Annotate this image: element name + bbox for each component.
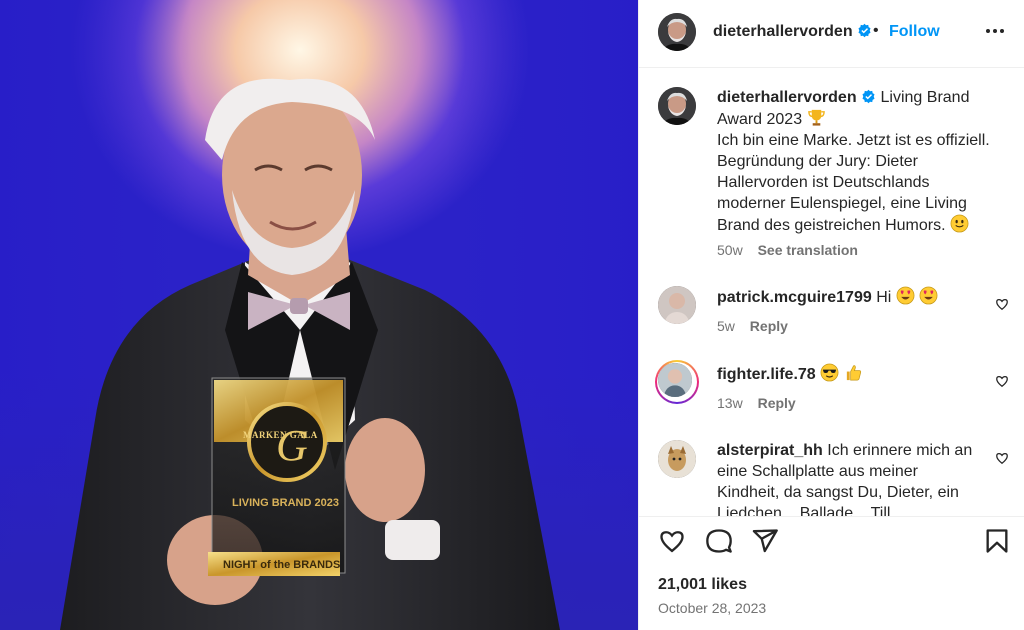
comment-age[interactable]: 5w xyxy=(717,318,735,334)
man-holding-award-illustration xyxy=(60,78,560,630)
comment-username[interactable]: alsterpirat_hh xyxy=(717,442,823,459)
commenter-avatar[interactable] xyxy=(658,363,692,397)
comments-list[interactable]: dieterhallervorden Living Brand Award 20… xyxy=(639,68,1024,516)
sunglasses-emoji xyxy=(820,363,839,382)
comment-line-1: Ich erinnere mich an xyxy=(827,442,973,459)
comment-text: alsterpirat_hh Ich erinnere mich an eine… xyxy=(717,440,995,516)
caption-line-6: moderner Eulenspiegel, eine Living xyxy=(717,195,967,212)
caption-line-2: Award 2023 xyxy=(717,111,803,128)
award-monogram: G xyxy=(276,421,308,470)
reply-button[interactable]: Reply xyxy=(758,395,796,411)
verified-badge-icon xyxy=(862,89,875,104)
post-header: dieterhallervorden • Follow xyxy=(639,0,1024,68)
follow-button[interactable]: Follow xyxy=(889,23,940,41)
award-plate-text: NIGHT of the BRANDS xyxy=(223,559,341,571)
trophy-emoji xyxy=(807,109,825,126)
verified-badge-icon xyxy=(858,23,871,38)
caption-author-avatar[interactable] xyxy=(658,87,696,125)
paper-plane-icon[interactable] xyxy=(751,527,779,555)
award-middle-text: LIVING BRAND 2023 xyxy=(232,497,339,509)
commenter-avatar[interactable] xyxy=(658,440,696,478)
caption-username[interactable]: dieterhallervorden xyxy=(717,89,857,106)
bookmark-icon[interactable] xyxy=(983,527,1011,555)
comment-line-3: Kindheit, da sangst Du, Dieter, ein xyxy=(717,484,959,501)
caption-line-5: Hallervorden ist Deutschlands xyxy=(717,174,930,191)
reply-button[interactable]: Reply xyxy=(750,318,788,334)
heart-eyes-emoji xyxy=(896,286,915,305)
comment-item: fighter.life.78 13w Reply xyxy=(639,360,1024,423)
post-date[interactable]: October 28, 2023 xyxy=(658,600,766,616)
caption-age[interactable]: 50w xyxy=(717,242,743,258)
story-ring[interactable] xyxy=(655,360,699,404)
caption-line-4: Begründung der Jury: Dieter xyxy=(717,153,918,170)
comment-line-4: Liedchen... Ballade... Till... xyxy=(717,505,904,516)
comment-text: fighter.life.78 xyxy=(717,363,995,385)
comment-line-2: eine Schallplatte aus meiner xyxy=(717,463,919,480)
comment-like-heart-icon[interactable] xyxy=(995,374,1009,388)
post-actions: 21,001 likes October 28, 2023 xyxy=(639,516,1024,630)
caption-line-1: Living Brand xyxy=(880,89,970,106)
caption-text: dieterhallervorden Living Brand Award 20… xyxy=(717,87,995,236)
see-translation-button[interactable]: See translation xyxy=(758,242,858,258)
author-avatar[interactable] xyxy=(658,13,696,51)
comment-meta: 5w Reply xyxy=(717,318,788,334)
separator-dot: • xyxy=(873,22,879,39)
comment-like-heart-icon[interactable] xyxy=(995,297,1009,311)
caption-line-3: Ich bin eine Marke. Jetzt ist es offizie… xyxy=(717,132,990,149)
slightly-smiling-emoji xyxy=(950,214,969,233)
comment-username[interactable]: patrick.mcguire1799 xyxy=(717,289,872,306)
post-photo[interactable]: MARKEN GALA G LIVING BRAND 2023 NIGHT of… xyxy=(0,0,638,630)
comment-age[interactable]: 13w xyxy=(717,395,743,411)
post-side-panel: dieterhallervorden • Follow dieterhaller… xyxy=(638,0,1024,630)
commenter-avatar[interactable] xyxy=(658,286,696,324)
heart-eyes-emoji xyxy=(919,286,938,305)
thumbs-up-emoji xyxy=(846,365,861,381)
heart-icon[interactable] xyxy=(658,527,686,555)
likes-count[interactable]: 21,001 likes xyxy=(658,576,747,594)
caption-line-7: Brand des geistreichen Humors. xyxy=(717,217,946,234)
comment-body: Hi xyxy=(876,289,892,306)
caption-meta: 50w See translation xyxy=(717,242,858,258)
comment-like-heart-icon[interactable] xyxy=(995,451,1009,465)
author-username[interactable]: dieterhallervorden xyxy=(713,23,872,41)
comment-meta: 13w Reply xyxy=(717,395,796,411)
author-username-text[interactable]: dieterhallervorden xyxy=(713,23,853,40)
more-options-icon[interactable] xyxy=(983,19,1007,43)
caption-item: dieterhallervorden Living Brand Award 20… xyxy=(639,87,1024,267)
comment-text: patrick.mcguire1799 Hi xyxy=(717,286,995,308)
comment-username[interactable]: fighter.life.78 xyxy=(717,366,816,383)
comment-bubble-icon[interactable] xyxy=(705,527,733,555)
comment-item: alsterpirat_hh Ich erinnere mich an eine… xyxy=(639,440,1024,516)
comment-item: patrick.mcguire1799 Hi 5w Reply xyxy=(639,286,1024,346)
